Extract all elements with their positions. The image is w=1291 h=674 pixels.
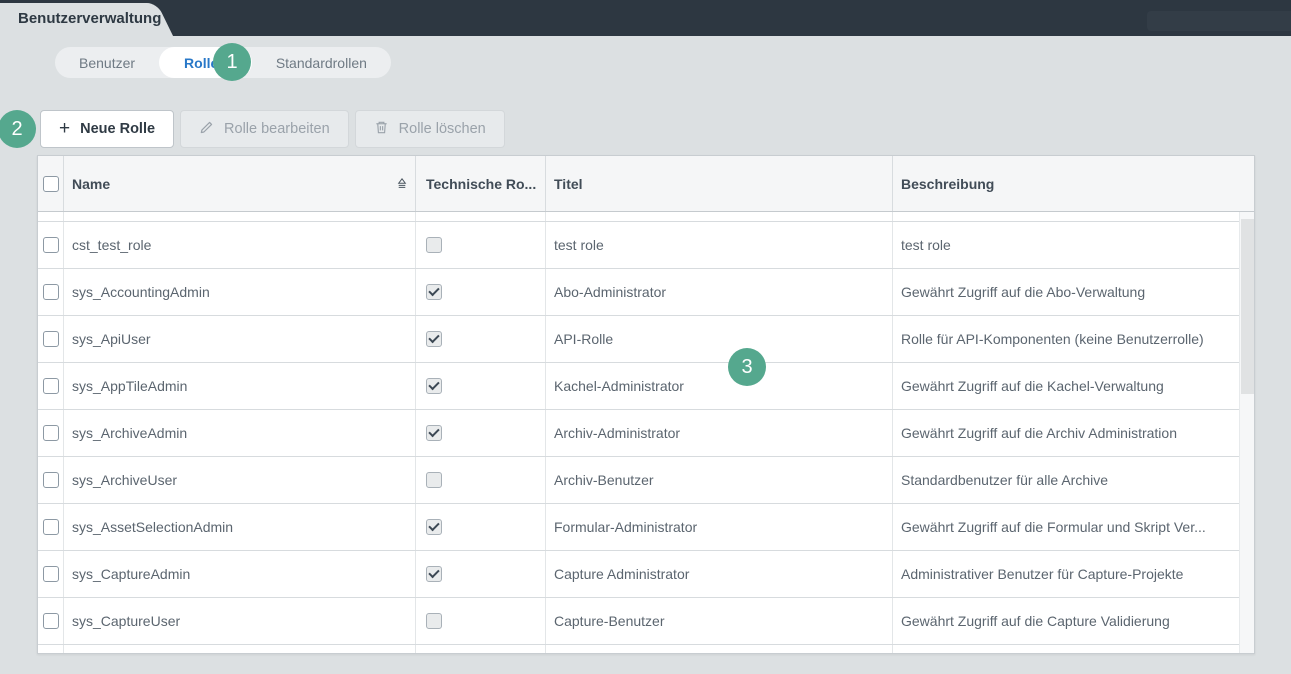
role-title: Abo-Administrator: [546, 269, 893, 315]
role-title: Capture-Benutzer: [546, 598, 893, 644]
role-name: sys_AppTileAdmin: [64, 363, 416, 409]
role-description: Standardbenutzer für alle Archive: [901, 472, 1109, 488]
role-name: sys_CaptureUser: [64, 598, 416, 644]
table-row[interactable]: sys_CaptureAdmin Capture Administrator A…: [38, 551, 1239, 598]
partial-row-top: [38, 212, 1239, 222]
top-bar: Benutzerverwaltung: [0, 0, 1291, 36]
row-checkbox[interactable]: [42, 519, 59, 535]
table-row[interactable]: sys_ApiUser API-Rolle Rolle für API-Komp…: [38, 316, 1239, 363]
technical-role-checkbox: [426, 425, 442, 441]
edit-role-label: Rolle bearbeiten: [224, 121, 330, 137]
table-row[interactable]: sys_AccountingAdmin Abo-Administrator Ge…: [38, 269, 1239, 316]
table-row[interactable]: cst_test_role test role test role: [38, 222, 1239, 269]
delete-role-label: Rolle löschen: [398, 121, 486, 137]
role-description: Gewährt Zugriff auf die Abo-Verwaltung: [901, 284, 1146, 300]
role-description: Gewährt Zugriff auf die Capture Validier…: [901, 613, 1170, 629]
column-header-beschreibung[interactable]: Beschreibung: [893, 156, 1254, 211]
role-title: Archiv-Administrator: [546, 410, 893, 456]
role-description: Gewährt Zugriff auf die Archiv Administr…: [901, 425, 1177, 441]
role-description: test role: [901, 237, 951, 253]
technical-role-checkbox: [426, 331, 442, 347]
roles-toolbar: + Neue Rolle Rolle bearbeiten Rolle lösc…: [40, 110, 505, 148]
role-title: API-Rolle: [546, 316, 893, 362]
row-checkbox[interactable]: [42, 284, 59, 300]
technical-role-checkbox: [426, 237, 442, 253]
scrollbar-thumb[interactable]: [1241, 219, 1254, 394]
table-header: Name Technische Ro... Titel Beschreibung: [38, 156, 1254, 212]
role-title: Capture Administrator: [546, 551, 893, 597]
edit-role-button[interactable]: Rolle bearbeiten: [180, 110, 349, 148]
role-description: Gewährt Zugriff auf die Kachel-Verwaltun…: [901, 378, 1164, 394]
annotation-badge-1: 1: [213, 43, 251, 81]
role-name: sys_CaptureAdmin: [64, 551, 416, 597]
technical-role-checkbox: [426, 519, 442, 535]
technical-role-checkbox: [426, 378, 442, 394]
role-title: Kachel-Administrator: [546, 363, 893, 409]
annotation-badge-2: 2: [0, 110, 36, 148]
row-checkbox[interactable]: [42, 472, 59, 488]
table-row[interactable]: sys_ArchiveUser Archiv-Benutzer Standard…: [38, 457, 1239, 504]
role-name: sys_ApiUser: [64, 316, 416, 362]
vertical-scrollbar[interactable]: [1239, 212, 1254, 653]
role-title: Archiv-Benutzer: [546, 457, 893, 503]
column-header-technische-rolle[interactable]: Technische Ro...: [416, 156, 546, 211]
row-checkbox[interactable]: [42, 566, 59, 582]
window-tab-benutzerverwaltung[interactable]: Benutzerverwaltung: [0, 3, 161, 36]
row-checkbox[interactable]: [42, 237, 59, 253]
row-checkbox[interactable]: [42, 613, 59, 629]
delete-role-button[interactable]: Rolle löschen: [354, 110, 505, 148]
role-name: sys_ArchiveUser: [64, 457, 416, 503]
role-title: test role: [546, 222, 893, 268]
column-header-titel[interactable]: Titel: [546, 156, 893, 211]
select-all-checkbox[interactable]: [42, 175, 59, 192]
role-name: cst_test_role: [64, 222, 416, 268]
table-row[interactable]: sys_AssetSelectionAdmin Formular-Adminis…: [38, 504, 1239, 551]
tab-standardrollen[interactable]: Standardrollen: [252, 47, 391, 78]
partial-row-bottom: [38, 645, 1239, 653]
technical-role-checkbox: [426, 566, 442, 582]
row-checkbox[interactable]: [42, 331, 59, 347]
plus-icon: +: [59, 117, 71, 139]
role-description: Rolle für API-Komponenten (keine Benutze…: [901, 331, 1204, 347]
table-body: cst_test_role test role test role sys_Ac…: [38, 212, 1239, 653]
roles-table: Name Technische Ro... Titel Beschreibung…: [37, 155, 1255, 654]
technical-role-checkbox: [426, 472, 442, 488]
topbar-shaded-area: [1147, 11, 1291, 31]
tab-benutzer[interactable]: Benutzer: [55, 47, 159, 78]
role-description: Administrativer Benutzer für Capture-Pro…: [901, 566, 1184, 582]
new-role-button[interactable]: + Neue Rolle: [40, 110, 175, 148]
technical-role-checkbox: [426, 284, 442, 300]
row-checkbox[interactable]: [42, 378, 59, 394]
role-description: Gewährt Zugriff auf die Formular und Skr…: [901, 519, 1206, 535]
sort-ascending-icon[interactable]: [396, 176, 408, 192]
table-row[interactable]: sys_ArchiveAdmin Archiv-Administrator Ge…: [38, 410, 1239, 457]
new-role-label: Neue Rolle: [80, 121, 156, 137]
column-header-name[interactable]: Name: [64, 156, 416, 211]
table-row[interactable]: sys_AppTileAdmin Kachel-Administrator Ge…: [38, 363, 1239, 410]
role-name: sys_AssetSelectionAdmin: [64, 504, 416, 550]
role-name: sys_ArchiveAdmin: [64, 410, 416, 456]
table-row[interactable]: sys_CaptureUser Capture-Benutzer Gewährt…: [38, 598, 1239, 645]
trash-icon: [374, 120, 389, 139]
technical-role-checkbox: [426, 613, 442, 629]
role-title: Formular-Administrator: [546, 504, 893, 550]
window-tab-title: Benutzerverwaltung: [18, 10, 162, 27]
annotation-badge-3: 3: [728, 348, 766, 386]
role-name: sys_AccountingAdmin: [64, 269, 416, 315]
row-checkbox[interactable]: [42, 425, 59, 441]
pencil-icon: [199, 120, 214, 139]
